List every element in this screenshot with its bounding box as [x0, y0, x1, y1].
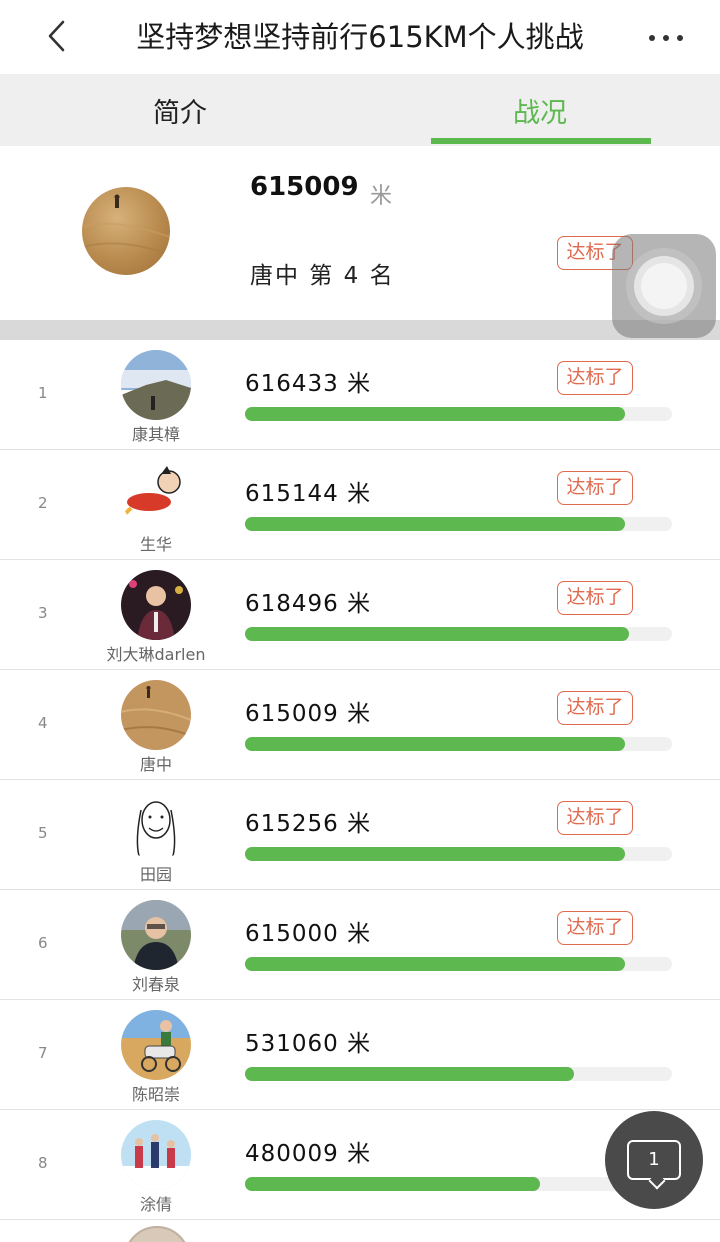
progress-track: [245, 517, 672, 531]
chevron-left-icon: [48, 20, 65, 52]
user-name: 康其樟: [131, 425, 180, 444]
progress-track: [245, 847, 672, 861]
progress-fill: [245, 847, 626, 861]
progress-track: [245, 1067, 672, 1081]
avatar[interactable]: [121, 1010, 191, 1080]
progress-fill: [245, 517, 626, 531]
user-name: 涂倩: [139, 1195, 172, 1214]
back-button[interactable]: [36, 16, 76, 56]
more-horizontal-icon: [649, 35, 683, 41]
chat-count: 1: [648, 1149, 660, 1170]
avatar[interactable]: [121, 900, 191, 970]
distance-value: 615256 米: [245, 811, 372, 837]
avatar[interactable]: [121, 350, 191, 420]
list-item[interactable]: 6 刘春泉 615000 米 达标了: [0, 890, 720, 1000]
rank-number: 3: [38, 604, 48, 622]
progress-fill: [245, 737, 626, 751]
list-item[interactable]: 5 田园 615256 米 达标了: [0, 780, 720, 890]
list-item[interactable]: 3 刘大琳darlen 618496 米 达标了: [0, 560, 720, 670]
ranking-list: 1 康其樟 616433 米 达标了 2 生华 615144 米 达标了 3 刘…: [0, 340, 720, 1220]
progress-track: [245, 957, 672, 971]
distance-value: 616433 米: [245, 371, 372, 397]
user-name: 唐中: [139, 755, 172, 774]
assistive-touch-button[interactable]: [612, 234, 716, 338]
progress-fill: [245, 407, 626, 421]
user-name: 田园: [139, 865, 172, 884]
progress-fill: [245, 627, 630, 641]
avatar[interactable]: [121, 680, 191, 750]
avatar[interactable]: [121, 570, 191, 640]
user-name: 刘春泉: [131, 975, 180, 994]
my-distance-unit: 米: [370, 184, 393, 209]
rank-number: 8: [38, 1154, 48, 1172]
avatar[interactable]: [121, 460, 191, 530]
user-name: 生华: [139, 535, 172, 554]
distance-value: 615144 米: [245, 481, 372, 507]
avatar[interactable]: [82, 187, 170, 275]
avatar[interactable]: [124, 1226, 190, 1242]
rank-number: 1: [38, 384, 48, 402]
distance-value: 531060 米: [245, 1031, 372, 1057]
progress-fill: [245, 1177, 540, 1191]
rank-number: 7: [38, 1044, 48, 1062]
list-item[interactable]: 7 陈昭崇 531060 米: [0, 1000, 720, 1110]
progress-track: [245, 407, 672, 421]
rank-number: 2: [38, 494, 48, 512]
my-rank-text: 唐中 第 4 名: [250, 263, 395, 289]
tab-intro[interactable]: 简介: [0, 74, 360, 146]
progress-track: [245, 737, 672, 751]
tab-status[interactable]: 战况: [360, 74, 720, 146]
list-item[interactable]: 2 生华 615144 米 达标了: [0, 450, 720, 560]
status-badge: 达标了: [557, 801, 633, 835]
status-badge: 达标了: [557, 361, 633, 395]
list-item[interactable]: 1 康其樟 616433 米 达标了: [0, 340, 720, 450]
progress-fill: [245, 1067, 574, 1081]
rank-number: 5: [38, 824, 48, 842]
rank-number: 6: [38, 934, 48, 952]
assistive-touch-icon: [626, 248, 702, 324]
more-button[interactable]: [646, 20, 686, 56]
tab-bar: 简介 战况: [0, 74, 720, 146]
my-distance: 615009: [250, 172, 359, 202]
top-bar: 坚持梦想坚持前行615KM个人挑战: [0, 0, 720, 74]
distance-value: 615000 米: [245, 921, 372, 947]
user-name: 刘大琳darlen: [106, 645, 206, 664]
progress-fill: [245, 957, 626, 971]
distance-value: 618496 米: [245, 591, 372, 617]
status-badge: 达标了: [557, 471, 633, 505]
distance-value: 615009 米: [245, 701, 372, 727]
avatar[interactable]: [121, 1120, 191, 1190]
status-badge: 达标了: [557, 691, 633, 725]
status-badge: 达标了: [557, 581, 633, 615]
page-title: 坚持梦想坚持前行615KM个人挑战: [136, 20, 584, 54]
rank-number: 4: [38, 714, 48, 732]
list-item[interactable]: 4 唐中 615009 米 达标了: [0, 670, 720, 780]
status-badge: 达标了: [557, 911, 633, 945]
avatar[interactable]: [121, 790, 191, 860]
chat-bubble-icon: 1: [627, 1140, 681, 1190]
progress-track: [245, 627, 672, 641]
user-name: 陈昭崇: [131, 1085, 180, 1104]
chat-button[interactable]: 1: [605, 1111, 703, 1209]
distance-value: 480009 米: [245, 1141, 372, 1167]
